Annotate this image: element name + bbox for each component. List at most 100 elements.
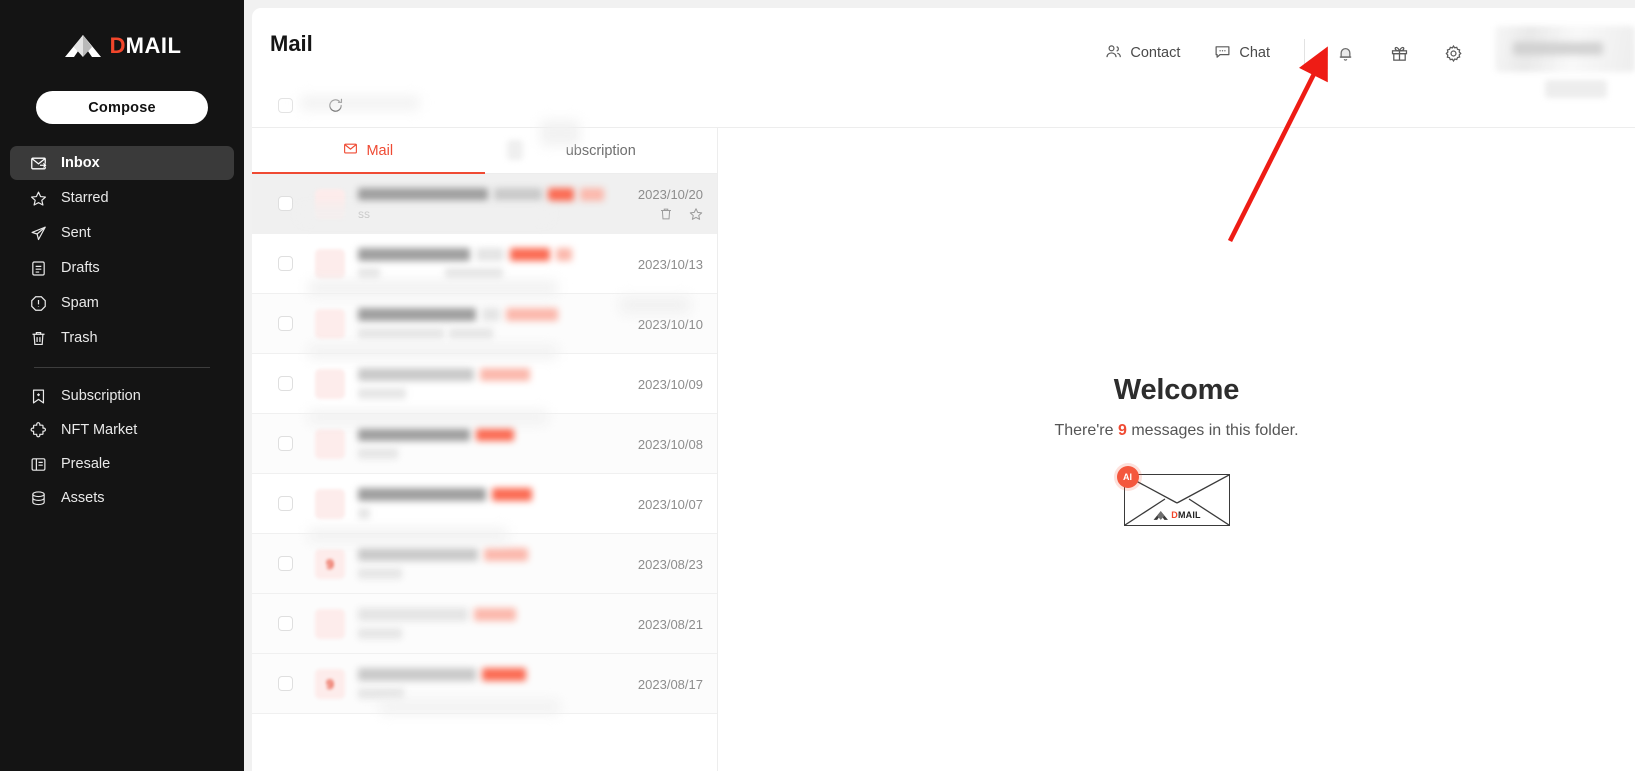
redacted-text [510,248,550,261]
sidebar-divider [34,367,210,368]
sidebar-item-drafts[interactable]: Drafts [10,251,234,285]
contacts-icon [1105,43,1122,64]
sidebar-item-inbox[interactable]: Inbox [10,146,234,180]
compose-button[interactable]: Compose [36,91,208,124]
row-checkbox[interactable] [278,376,293,391]
avatar [315,609,345,639]
redacted-text [358,668,476,681]
main-card: Mail Contact Chat [252,8,1635,771]
redacted-text [358,628,402,639]
avatar [315,429,345,459]
row-date: 2023/10/09 [638,377,703,392]
table-row[interactable]: 2023/10/13 [252,234,717,294]
list-toolbar [252,84,1635,128]
row-date: 2023/08/23 [638,557,703,572]
redacted-text [449,328,493,339]
user-avatar[interactable] [1495,26,1635,72]
table-row[interactable]: 2023/08/21 [252,594,717,654]
ai-badge: AI [1117,466,1139,488]
redacted-text [358,268,380,279]
inbox-icon [29,154,47,172]
sidebar-item-starred[interactable]: Starred [10,181,234,215]
redacted-text [358,488,486,501]
puzzle-icon [29,421,47,439]
sidebar-item-label: NFT Market [61,422,137,438]
redacted-text [358,188,488,201]
refresh-icon[interactable] [326,96,345,115]
redacted-text [358,508,370,519]
avatar [315,189,345,219]
redacted-text [494,188,542,201]
redacted-text [580,188,604,201]
table-row[interactable]: 2023/10/08 [252,414,717,474]
sidebar-item-assets[interactable]: Assets [10,481,234,515]
table-row[interactable]: 9 2023/08/17 [252,654,717,714]
row-checkbox[interactable] [278,676,293,691]
redacted-text [358,548,478,561]
sidebar-item-presale[interactable]: Presale [10,447,234,481]
table-row[interactable]: 2023/10/10 [252,294,717,354]
sidebar-item-sent[interactable]: Sent [10,216,234,250]
row-checkbox[interactable] [278,436,293,451]
sidebar-item-label: Sent [61,225,91,241]
contact-button[interactable]: Contact [1105,43,1180,64]
redacted-text [482,308,500,321]
chat-button[interactable]: Chat [1214,43,1270,64]
tab-subscription[interactable]: ubscription [485,128,718,174]
sidebar-item-label: Starred [61,190,109,206]
gift-icon[interactable] [1387,41,1411,65]
draft-icon [29,259,47,277]
row-checkbox[interactable] [278,196,293,211]
bell-icon[interactable] [1333,41,1357,65]
sidebar-item-label: Drafts [61,260,100,276]
envelope-brand-mail: MAIL [1178,510,1201,520]
redacted-text [492,488,532,501]
tab-mail-label: Mail [366,143,393,159]
trash-icon[interactable] [659,207,673,221]
sidebar-item-trash[interactable]: Trash [10,321,234,355]
sidebar: DMAIL Compose Inbox Starred S [0,0,244,771]
row-checkbox[interactable] [278,616,293,631]
warning-icon [29,294,47,312]
gear-icon[interactable] [1441,41,1465,65]
redacted-text [482,668,526,681]
select-all-checkbox[interactable] [278,98,293,113]
redacted-text [476,428,514,441]
dmail-app: DMAIL Compose Inbox Starred S [0,0,1635,771]
sidebar-item-spam[interactable]: Spam [10,286,234,320]
row-checkbox[interactable] [278,316,293,331]
row-checkbox[interactable] [278,496,293,511]
envelope-brand-logo: DMAIL [1150,510,1203,521]
welcome-sub-pre: There're [1054,422,1118,439]
chat-label: Chat [1239,45,1270,61]
header: Mail Contact Chat [252,8,1635,84]
welcome-title: Welcome [1114,374,1239,407]
sidebar-item-subscription[interactable]: Subscription [10,379,234,413]
panel-icon [29,455,47,473]
table-row[interactable]: ss 2023/10/20 [252,174,717,234]
row-checkbox[interactable] [278,256,293,271]
sidebar-item-nft-market[interactable]: NFT Market [10,413,234,447]
header-actions: Contact Chat [1105,30,1635,76]
star-icon[interactable] [689,207,703,221]
redacted-text [476,248,504,261]
tab-mail[interactable]: Mail [252,128,485,174]
row-checkbox[interactable] [278,556,293,571]
envelope-illustration: AI [1122,470,1232,526]
redacted-text [358,328,444,339]
table-row[interactable]: 2023/10/09 [252,354,717,414]
envelope-brand-d: D [1171,510,1178,520]
sidebar-item-label: Presale [61,456,110,472]
avatar: 9 [315,669,345,699]
row-date: 2023/10/08 [638,437,703,452]
table-row[interactable]: 9 2023/08/23 [252,534,717,594]
row-meta: 2023/10/20 [638,174,703,234]
user-meta-blur [1545,80,1607,98]
row-meta: 2023/10/08 [638,414,703,474]
avatar [315,309,345,339]
welcome-subtitle: There're 9 messages in this folder. [1054,422,1298,440]
row-meta: 2023/10/07 [638,474,703,534]
table-row[interactable]: 2023/10/07 [252,474,717,534]
sidebar-item-label: Trash [61,330,98,346]
row-date: 2023/10/13 [638,257,703,272]
